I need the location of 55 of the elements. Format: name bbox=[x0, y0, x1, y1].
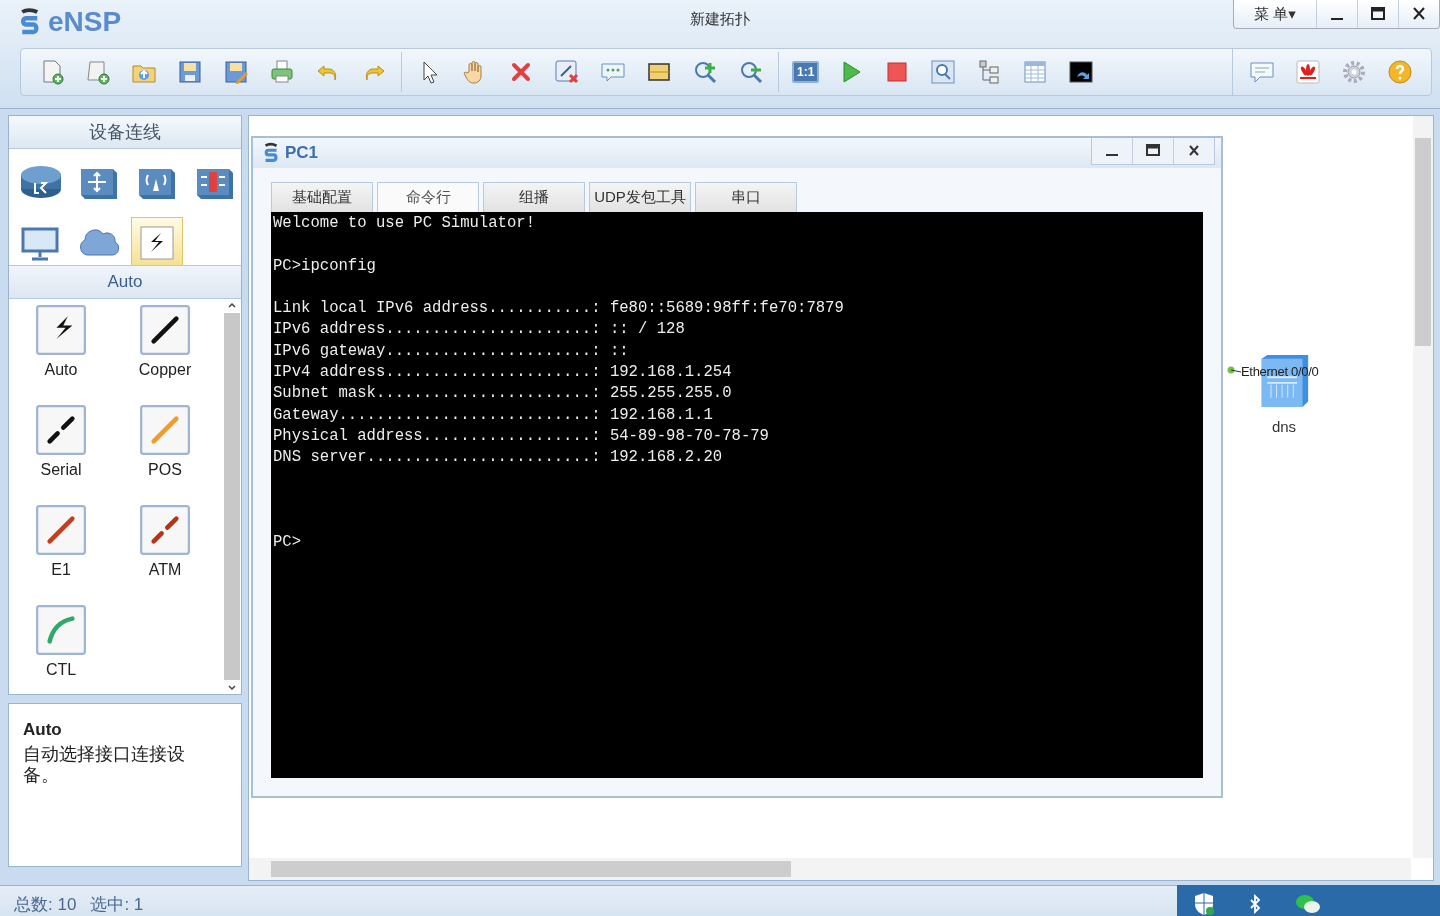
description-text: 自动选择接口连接设备。 bbox=[23, 744, 186, 786]
terminal-line: Welcome to use PC Simulator! bbox=[273, 214, 536, 232]
settings-icon[interactable] bbox=[1340, 58, 1368, 86]
device-name: dns bbox=[1271, 418, 1297, 435]
petals-icon[interactable] bbox=[1294, 58, 1322, 86]
link-end-icon bbox=[1227, 366, 1241, 376]
terminal-line: IPv6 address......................: :: / 128 bbox=[273, 320, 685, 339]
cable-label: POS bbox=[148, 461, 182, 479]
help-icon[interactable] bbox=[1386, 58, 1414, 86]
status-text: 总数: 10 bbox=[14, 894, 77, 916]
cable-label: ATM bbox=[148, 561, 182, 579]
horizontal-scrollbar[interactable] bbox=[249, 858, 1411, 880]
printer-icon[interactable] bbox=[268, 58, 296, 86]
terminal-line: PC>ipconfig bbox=[273, 256, 376, 275]
terminal-line: Subnet mask.......................: 255.255.255.0 bbox=[273, 384, 732, 403]
scroll-plus-icon[interactable] bbox=[84, 58, 112, 86]
tab[interactable]: 基础配置 bbox=[271, 182, 373, 212]
cable-label: CTL bbox=[45, 661, 77, 679]
terminal-line: Gateway...........................: 192.168.1.1 bbox=[273, 405, 713, 424]
e1-cable-icon[interactable] bbox=[36, 505, 86, 555]
bluetooth-icon[interactable] bbox=[1249, 894, 1261, 914]
description-title: Auto bbox=[23, 720, 63, 740]
terminal-line: Link local IPv6 address...........: fe80::5689:98ff:fe70:7879 bbox=[273, 299, 844, 318]
app-logo: eNSP bbox=[48, 6, 122, 38]
shield-icon[interactable] bbox=[1193, 892, 1215, 916]
tab[interactable]: UDP发包工具 bbox=[589, 182, 691, 212]
actual-size-button[interactable]: 1:1 bbox=[792, 61, 820, 83]
terminal-line: IPv6 gateway......................: :: bbox=[273, 341, 629, 360]
capture-icon[interactable] bbox=[929, 58, 958, 86]
tab[interactable]: 命令行 bbox=[377, 182, 479, 212]
window-title: PC1 bbox=[285, 143, 319, 163]
category-title: Auto bbox=[107, 272, 143, 292]
floppy-pencil-icon[interactable] bbox=[222, 58, 250, 86]
window-title: 新建拓扑 bbox=[690, 10, 750, 27]
ctl-cable-icon[interactable] bbox=[36, 605, 86, 655]
terminal-line: DNS server........................: 192.168.2.20 bbox=[273, 448, 723, 467]
tab[interactable]: 组播 bbox=[483, 182, 585, 212]
cable-label: Serial bbox=[40, 461, 82, 479]
link-delete-icon[interactable] bbox=[553, 58, 581, 86]
terminal-icon[interactable] bbox=[1067, 58, 1096, 86]
terminal-line: Physical address..................: 54-89-98-70-78-79 bbox=[273, 426, 769, 445]
tab[interactable]: 串口 bbox=[695, 182, 797, 212]
cable-label: E1 bbox=[51, 561, 71, 579]
atm-cable-icon[interactable] bbox=[140, 505, 190, 555]
cable-label: Auto bbox=[44, 361, 78, 379]
chat-icon[interactable] bbox=[1295, 893, 1321, 915]
terminal-line: IPv4 address......................: 192.168.1.254 bbox=[273, 363, 732, 382]
status-text: 选中: 1 bbox=[90, 894, 144, 916]
panel-header: 设备连线 bbox=[89, 121, 161, 144]
terminal-prompt: PC> bbox=[273, 533, 302, 552]
serial-cable-icon[interactable] bbox=[36, 405, 86, 455]
auto-cable-icon[interactable] bbox=[36, 305, 86, 355]
vertical-scrollbar[interactable] bbox=[1413, 116, 1433, 858]
cable-label: Copper bbox=[138, 361, 192, 379]
copper-cable-icon[interactable] bbox=[140, 305, 190, 355]
